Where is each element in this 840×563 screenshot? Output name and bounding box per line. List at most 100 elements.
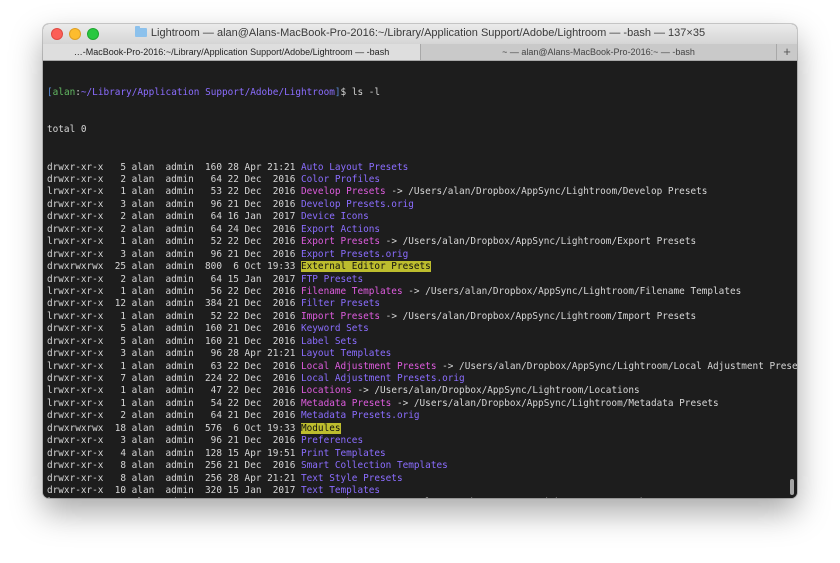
entry-meta: drwxr-xr-x 8 alan admin 256 21 Dec 2016: [47, 460, 301, 472]
listing-row: drwxr-xr-x 5 alan admin 160 21 Dec 2016 …: [47, 323, 797, 335]
listing-row: drwxr-xr-x 8 alan admin 256 21 Dec 2016 …: [47, 460, 797, 472]
listing-row: lrwxr-xr-x 1 alan admin 56 22 Dec 2016 F…: [47, 286, 797, 298]
terminal-output[interactable]: [alan:~/Library/Application Support/Adob…: [43, 61, 797, 498]
symlink-target: -> /Users/alan/Dropbox/AppSync/Lightroom…: [391, 397, 719, 409]
total-line: total 0: [47, 124, 87, 136]
entry-meta: drwxr-xr-x 8 alan admin 256 28 Apr 21:21: [47, 472, 301, 484]
entry-meta: drwxr-xr-x 4 alan admin 128 15 Apr 19:51: [47, 447, 301, 459]
listing-row: drwxr-xr-x 2 alan admin 64 15 Jan 2017 F…: [47, 274, 797, 286]
directory-name: Color Profiles: [301, 174, 381, 186]
entry-meta: drwxr-xr-x 3 alan admin 96 21 Dec 2016: [47, 198, 301, 210]
listing-row: lrwxr-xr-x 1 alan admin 63 22 Dec 2016 L…: [47, 361, 797, 373]
entry-meta: drwxr-xr-x 2 alan admin 64 15 Jan 2017: [47, 273, 301, 285]
entry-meta: lrwxr-xr-x 1 alan admin 47 22 Dec 2016: [47, 385, 301, 397]
directory-name: Local Adjustment Presets.orig: [301, 373, 465, 385]
folder-icon: [134, 26, 147, 37]
title-bar[interactable]: Lightroom — alan@Alans-MacBook-Pro-2016:…: [43, 24, 797, 45]
entry-meta: lrwxr-xr-x 1 alan admin 49 22 Dec 2016: [47, 497, 301, 498]
entry-meta: drwxr-xr-x 7 alan admin 224 22 Dec 2016: [47, 373, 301, 385]
symlink-name: Import Presets: [301, 310, 381, 322]
entry-meta: drwxr-xr-x 3 alan admin 96 21 Dec 2016: [47, 435, 301, 447]
directory-name: Keyword Sets: [301, 323, 369, 335]
entry-meta: drwxr-xr-x 5 alan admin 160 21 Dec 2016: [47, 335, 301, 347]
entry-meta: drwxr-xr-x 2 alan admin 64 22 Dec 2016: [47, 174, 301, 186]
entry-meta: lrwxr-xr-x 1 alan admin 53 22 Dec 2016: [47, 186, 301, 198]
symlink-name: Locations: [301, 385, 352, 397]
tab-lightroom-bash[interactable]: …-MacBook-Pro-2016:~/Library/Application…: [43, 44, 421, 60]
symlink-name: Develop Presets: [301, 186, 386, 198]
entry-meta: drwxr-xr-x 10 alan admin 320 15 Jan 2017: [47, 484, 301, 496]
window-title-text: Lightroom — alan@Alans-MacBook-Pro-2016:…: [150, 27, 706, 39]
symlink-target: -> /Users/alan/Dropbox/AppSync/Lightroom…: [380, 310, 697, 322]
new-tab-button[interactable]: +: [776, 44, 797, 60]
tab-home-bash[interactable]: ~ — alan@Alans-MacBook-Pro-2016:~ — -bas…: [421, 44, 776, 60]
directory-name: Filter Presets: [301, 298, 381, 310]
listing-row: lrwxr-xr-x 1 alan admin 53 22 Dec 2016 D…: [47, 186, 797, 198]
listing-row: drwxr-xr-x 8 alan admin 256 28 Apr 21:21…: [47, 473, 797, 485]
directory-name: Print Templates: [301, 447, 386, 459]
prompt-user: alan: [52, 86, 76, 98]
directory-name: FTP Presets: [301, 273, 364, 285]
tab-bar: …-MacBook-Pro-2016:~/Library/Application…: [43, 44, 797, 61]
terminal-window: Lightroom — alan@Alans-MacBook-Pro-2016:…: [43, 24, 797, 498]
symlink-target: -> /Users/alan/Dropbox/AppSync/Lightroom…: [385, 186, 708, 198]
entry-meta: drwxr-xr-x 2 alan admin 64 24 Dec 2016: [47, 223, 301, 235]
listing-row: drwxr-xr-x 10 alan admin 320 15 Jan 2017…: [47, 485, 797, 497]
directory-name: External Editor Presets: [301, 261, 431, 273]
listing-row: drwxrwxrwx 18 alan admin 576 6 Oct 19:33…: [47, 422, 797, 435]
window-title: Lightroom — alan@Alans-MacBook-Pro-2016:…: [43, 26, 797, 39]
listing-row: drwxrwxrwx 25 alan admin 800 6 Oct 19:33…: [47, 261, 797, 273]
listing: drwxr-xr-x 5 alan admin 160 28 Apr 21:21…: [47, 162, 797, 498]
symlink-name: Export Presets: [301, 236, 381, 248]
listing-row: drwxr-xr-x 5 alan admin 160 21 Dec 2016 …: [47, 336, 797, 348]
listing-row: drwxr-xr-x 7 alan admin 224 22 Dec 2016 …: [47, 373, 797, 385]
symlink-name: Local Adjustment Presets: [301, 360, 437, 372]
listing-row: lrwxr-xr-x 1 alan admin 49 22 Dec 2016 W…: [47, 497, 797, 498]
listing-row: drwxr-xr-x 3 alan admin 96 21 Dec 2016 E…: [47, 249, 797, 261]
listing-row: drwxr-xr-x 4 alan admin 128 15 Apr 19:51…: [47, 448, 797, 460]
directory-name: Preferences: [301, 435, 364, 447]
directory-name: Modules: [301, 422, 341, 434]
listing-row: drwxr-xr-x 5 alan admin 160 28 Apr 21:21…: [47, 162, 797, 174]
entry-meta: drwxr-xr-x 3 alan admin 96 21 Dec 2016: [47, 248, 301, 260]
command-line: [alan:~/Library/Application Support/Adob…: [47, 87, 797, 99]
listing-row: drwxr-xr-x 2 alan admin 64 22 Dec 2016 C…: [47, 174, 797, 186]
entry-meta: drwxr-xr-x 2 alan admin 64 16 Jan 2017: [47, 211, 301, 223]
entry-meta: drwxr-xr-x 5 alan admin 160 28 Apr 21:21: [47, 161, 301, 173]
directory-name: Text Style Presets: [301, 472, 403, 484]
symlink-name: Watermarks: [301, 497, 357, 498]
directory-name: Device Icons: [301, 211, 369, 223]
directory-name: Export Actions: [301, 223, 381, 235]
command-text: ls -l: [346, 86, 381, 98]
listing-row: lrwxr-xr-x 1 alan admin 52 22 Dec 2016 E…: [47, 236, 797, 248]
entry-meta: drwxrwxrwx 25 alan admin 800 6 Oct 19:33: [47, 261, 301, 273]
symlink-target: -> /Users/alan/Dropbox/AppSync/Lightroom…: [351, 385, 640, 397]
listing-row: drwxr-xr-x 3 alan admin 96 21 Dec 2016 D…: [47, 199, 797, 211]
listing-row: lrwxr-xr-x 1 alan admin 47 22 Dec 2016 L…: [47, 385, 797, 397]
listing-row: lrwxr-xr-x 1 alan admin 52 22 Dec 2016 I…: [47, 311, 797, 323]
symlink-target: -> /Users/alan/Dropbox/AppSync/Lightroom…: [357, 497, 657, 498]
entry-meta: lrwxr-xr-x 1 alan admin 54 22 Dec 2016: [47, 397, 301, 409]
listing-row: drwxr-xr-x 12 alan admin 384 21 Dec 2016…: [47, 298, 797, 310]
listing-row: drwxr-xr-x 3 alan admin 96 21 Dec 2016 P…: [47, 435, 797, 447]
directory-name: Metadata Presets.orig: [301, 410, 420, 422]
scrollbar-thumb[interactable]: [790, 479, 794, 495]
entry-meta: lrwxr-xr-x 1 alan admin 63 22 Dec 2016: [47, 360, 301, 372]
listing-row: drwxr-xr-x 3 alan admin 96 28 Apr 21:21 …: [47, 348, 797, 360]
entry-meta: drwxr-xr-x 12 alan admin 384 21 Dec 2016: [47, 298, 301, 310]
directory-name: Label Sets: [301, 335, 358, 347]
directory-name: Smart Collection Templates: [301, 460, 448, 472]
directory-name: Develop Presets.orig: [301, 198, 414, 210]
entry-meta: drwxr-xr-x 5 alan admin 160 21 Dec 2016: [47, 323, 301, 335]
entry-meta: lrwxr-xr-x 1 alan admin 52 22 Dec 2016: [47, 236, 301, 248]
entry-meta: lrwxr-xr-x 1 alan admin 56 22 Dec 2016: [47, 285, 301, 297]
prompt-path: ~/Library/Application Support/Adobe/Ligh…: [80, 86, 335, 98]
entry-meta: drwxr-xr-x 3 alan admin 96 28 Apr 21:21: [47, 348, 301, 360]
symlink-target: -> /Users/alan/Dropbox/AppSync/Lightroom…: [436, 360, 797, 372]
directory-name: Export Presets.orig: [301, 248, 409, 260]
directory-name: Text Templates: [301, 484, 381, 496]
entry-meta: drwxrwxrwx 18 alan admin 576 6 Oct 19:33: [47, 422, 301, 434]
listing-row: drwxr-xr-x 2 alan admin 64 16 Jan 2017 D…: [47, 211, 797, 223]
symlink-target: -> /Users/alan/Dropbox/AppSync/Lightroom…: [402, 285, 742, 297]
listing-row: drwxr-xr-x 2 alan admin 64 24 Dec 2016 E…: [47, 224, 797, 236]
